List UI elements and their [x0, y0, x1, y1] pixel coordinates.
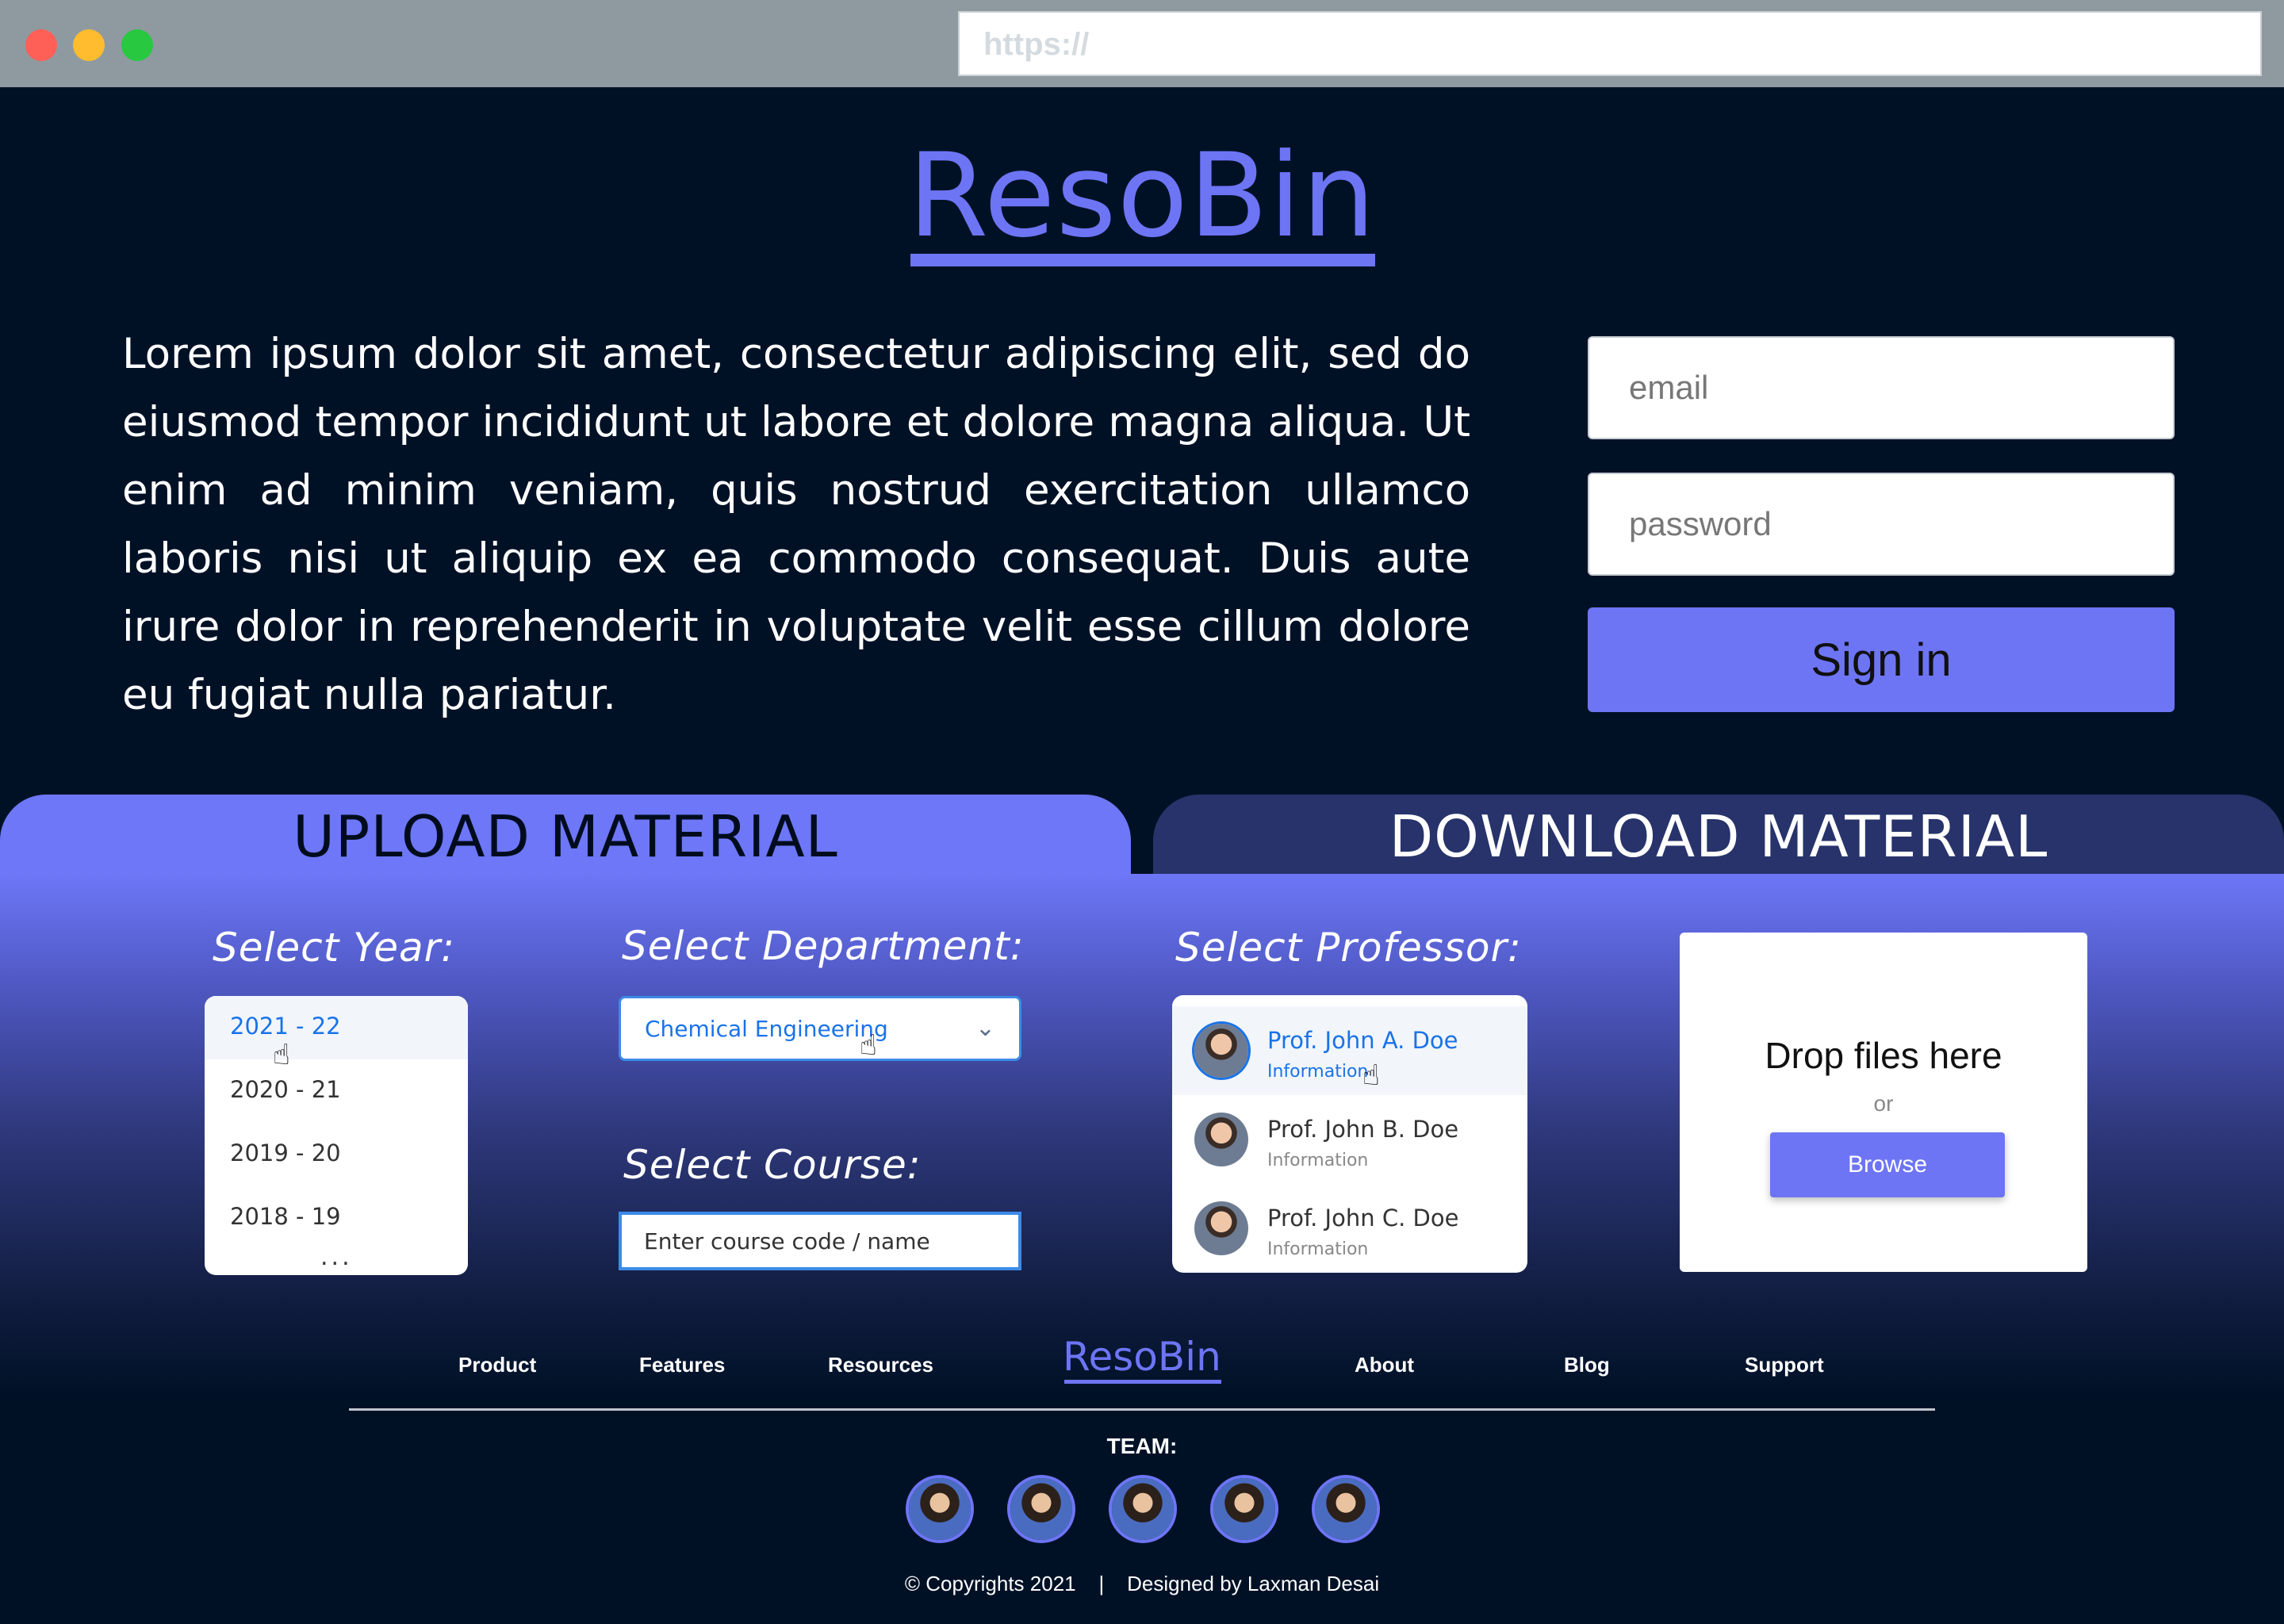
hero-description: Lorem ipsum dolor sit amet, consectetur …: [122, 330, 1470, 719]
team-member-avatar[interactable]: [1213, 1478, 1275, 1540]
address-bar[interactable]: https://: [958, 11, 2262, 76]
select-year-label: Select Year:: [213, 925, 455, 971]
year-option[interactable]: 2019 - 20: [205, 1123, 468, 1186]
close-window-button[interactable]: [25, 29, 57, 61]
footer-logo-underline: [1064, 1380, 1221, 1384]
team-member-avatar[interactable]: [1010, 1478, 1072, 1540]
professor-item[interactable]: Prof. John C. Doe Information: [1172, 1184, 1527, 1273]
professor-name: Prof. John A. Doe: [1267, 1027, 1458, 1054]
select-course-label: Select Course:: [623, 1142, 922, 1188]
pointer-cursor-icon: ☝: [273, 1039, 290, 1071]
pointer-cursor-icon: ☝: [860, 1029, 877, 1062]
email-field[interactable]: [1588, 336, 2175, 439]
footer-link-product[interactable]: Product: [458, 1353, 536, 1377]
team-member-avatar[interactable]: [909, 1478, 971, 1540]
footer-link-features[interactable]: Features: [639, 1353, 725, 1377]
professor-info: Information: [1267, 1239, 1369, 1259]
maximize-window-button[interactable]: [121, 29, 153, 61]
professor-info: Information: [1267, 1151, 1369, 1170]
file-drop-zone[interactable]: Drop files here or Browse: [1680, 933, 2087, 1272]
drop-or-text: or: [1873, 1091, 1894, 1116]
professor-name: Prof. John C. Doe: [1267, 1205, 1459, 1231]
footer-link-blog[interactable]: Blog: [1564, 1353, 1610, 1377]
year-list[interactable]: 2021 - 22 2020 - 21 2019 - 20 2018 - 19 …: [205, 996, 468, 1275]
pointer-cursor-icon: ☝: [1362, 1059, 1380, 1092]
sign-in-button[interactable]: Sign in: [1588, 607, 2175, 712]
footer-link-about[interactable]: About: [1355, 1353, 1414, 1377]
minimize-window-button[interactable]: [73, 29, 105, 61]
professor-list[interactable]: Prof. John A. Doe Information Prof. John…: [1172, 995, 1527, 1273]
more-options-icon[interactable]: ...: [320, 1243, 353, 1271]
tab-download-material[interactable]: DOWNLOAD MATERIAL: [1153, 795, 2284, 874]
avatar: [1194, 1113, 1248, 1166]
team-member-avatar[interactable]: [1315, 1478, 1377, 1540]
professor-info: Information: [1267, 1062, 1369, 1082]
logo-underline: [910, 254, 1375, 266]
year-option[interactable]: 2020 - 21: [205, 1059, 468, 1123]
select-department-label: Select Department:: [622, 923, 1025, 969]
avatar: [1194, 1024, 1248, 1078]
browse-button[interactable]: Browse: [1770, 1132, 2005, 1197]
footer-link-resources[interactable]: Resources: [828, 1353, 933, 1377]
copyright-text: © Copyrights 2021 | Designed by Laxman D…: [904, 1572, 1380, 1595]
course-search-input[interactable]: [619, 1212, 1021, 1270]
professor-name: Prof. John B. Doe: [1267, 1116, 1459, 1143]
team-member-avatar[interactable]: [1112, 1478, 1174, 1540]
footer-logo[interactable]: ResoBin: [1063, 1334, 1221, 1380]
chevron-down-icon: ⌄: [975, 1014, 995, 1042]
password-field[interactable]: [1588, 473, 2175, 576]
team-label: TEAM:: [1106, 1434, 1178, 1458]
professor-item[interactable]: Prof. John B. Doe Information: [1172, 1095, 1527, 1184]
avatar: [1194, 1201, 1248, 1255]
browser-toolbar: https://: [0, 0, 2284, 87]
footer-divider: [349, 1408, 1935, 1411]
drop-files-title: Drop files here: [1765, 1035, 2002, 1076]
site-logo[interactable]: ResoBin: [0, 128, 2284, 263]
professor-item[interactable]: Prof. John A. Doe Information: [1172, 1006, 1527, 1095]
department-value: Chemical Engineering: [645, 1016, 888, 1042]
footer-link-support[interactable]: Support: [1745, 1353, 1824, 1377]
year-option[interactable]: 2021 - 22: [205, 996, 468, 1059]
department-select[interactable]: Chemical Engineering ⌄: [619, 996, 1021, 1061]
select-professor-label: Select Professor:: [1175, 925, 1522, 971]
year-option[interactable]: 2018 - 19: [205, 1186, 468, 1250]
